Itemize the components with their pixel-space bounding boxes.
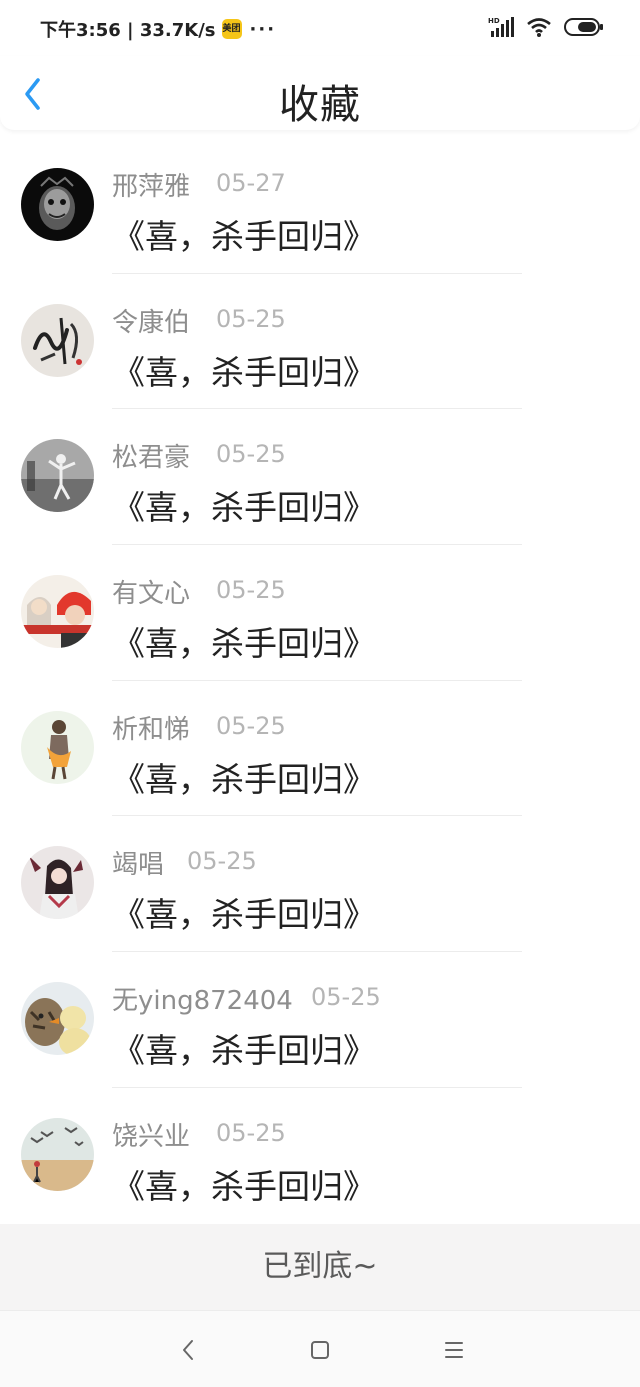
avatar[interactable] [21,846,94,920]
status-time-speed: 下午3:56 | 33.7K/s [40,20,216,41]
list-item[interactable]: 松君豪 05-25 《喜，杀手回归》 [0,409,640,546]
author-name[interactable]: 竭唱 [112,844,164,881]
avatar[interactable] [21,168,94,241]
post-date: 05-25 [187,847,257,876]
avatar[interactable] [21,439,94,513]
battery-icon [564,18,603,36]
post-date: 05-27 [216,169,286,197]
article-title[interactable]: 《喜，杀手回归》 [112,888,376,936]
nav-back-icon [183,1340,193,1360]
article-title[interactable]: 《喜，杀手回归》 [112,1024,376,1072]
post-date: 05-25 [216,1118,286,1147]
nav-menu-icon [445,1342,463,1358]
author-name[interactable]: 邢萍雅 [112,166,190,203]
article-title[interactable]: 《喜，杀手回归》 [112,210,376,258]
author-name[interactable]: 松君豪 [112,437,190,474]
top-app-bar: 收藏 [0,56,640,130]
author-name[interactable]: 令康伯 [112,302,190,339]
post-date: 05-25 [216,440,286,469]
list-item[interactable]: 令康伯 05-25 《喜，杀手回归》 [0,274,640,410]
article-title[interactable]: 《喜，杀手回归》 [112,753,376,801]
article-title[interactable]: 《喜，杀手回归》 [112,617,376,665]
post-date: 05-25 [311,983,381,1012]
nav-home-icon [311,1341,329,1359]
article-title[interactable]: 《喜，杀手回归》 [112,346,376,394]
page-title: 收藏 [279,82,361,128]
nav-menu-button[interactable] [440,1336,468,1364]
author-name[interactable]: 析和悌 [112,709,190,746]
author-name[interactable]: 饶兴业 [112,1116,190,1153]
nav-back-button[interactable] [175,1336,203,1364]
list-item[interactable]: 饶兴业 05-25 《喜，杀手回归》 [0,1088,640,1224]
post-date: 05-25 [216,711,286,740]
avatar[interactable] [21,1117,94,1191]
nav-home-button[interactable] [306,1336,334,1364]
article-title[interactable]: 《喜，杀手回归》 [112,481,376,529]
system-navigation-bar [0,1310,640,1387]
signal-icon: HD [488,17,514,37]
avatar[interactable] [21,982,94,1056]
author-name[interactable]: 有文心 [112,573,190,610]
avatar[interactable] [21,303,94,377]
list-item[interactable]: 析和悌 05-25 《喜，杀手回归》 [0,681,640,817]
post-date: 05-25 [216,304,286,333]
favorites-list: 邢萍雅 05-27 《喜，杀手回归》 令康伯 05-25 《喜，杀手回归》 松君… [0,138,640,1224]
author-name[interactable]: 无ying872404 [112,980,293,1017]
meituan-app-icon: 美团 [221,19,242,39]
status-bar: 下午3:56 | 33.7K/s 美团 ··· HD [0,0,640,56]
more-notifications-icon: ··· [249,18,277,40]
list-item[interactable]: 邢萍雅 05-27 《喜，杀手回归》 [0,138,640,274]
list-item[interactable]: 无ying872404 05-25 《喜，杀手回归》 [0,952,640,1088]
list-item[interactable]: 有文心 05-25 《喜，杀手回归》 [0,545,640,681]
wifi-icon [527,18,551,37]
article-title[interactable]: 《喜，杀手回归》 [112,1160,376,1208]
avatar[interactable] [21,710,94,784]
svg-text:HD: HD [488,17,500,25]
status-left: 下午3:56 | 33.7K/s 美团 ··· [40,16,276,42]
avatar[interactable] [21,575,94,649]
post-date: 05-25 [216,576,286,605]
end-of-list-indicator: 已到底~ [0,1224,640,1310]
list-item[interactable]: 竭唱 05-25 《喜，杀手回归》 [0,816,640,953]
status-right: HD [488,16,604,38]
